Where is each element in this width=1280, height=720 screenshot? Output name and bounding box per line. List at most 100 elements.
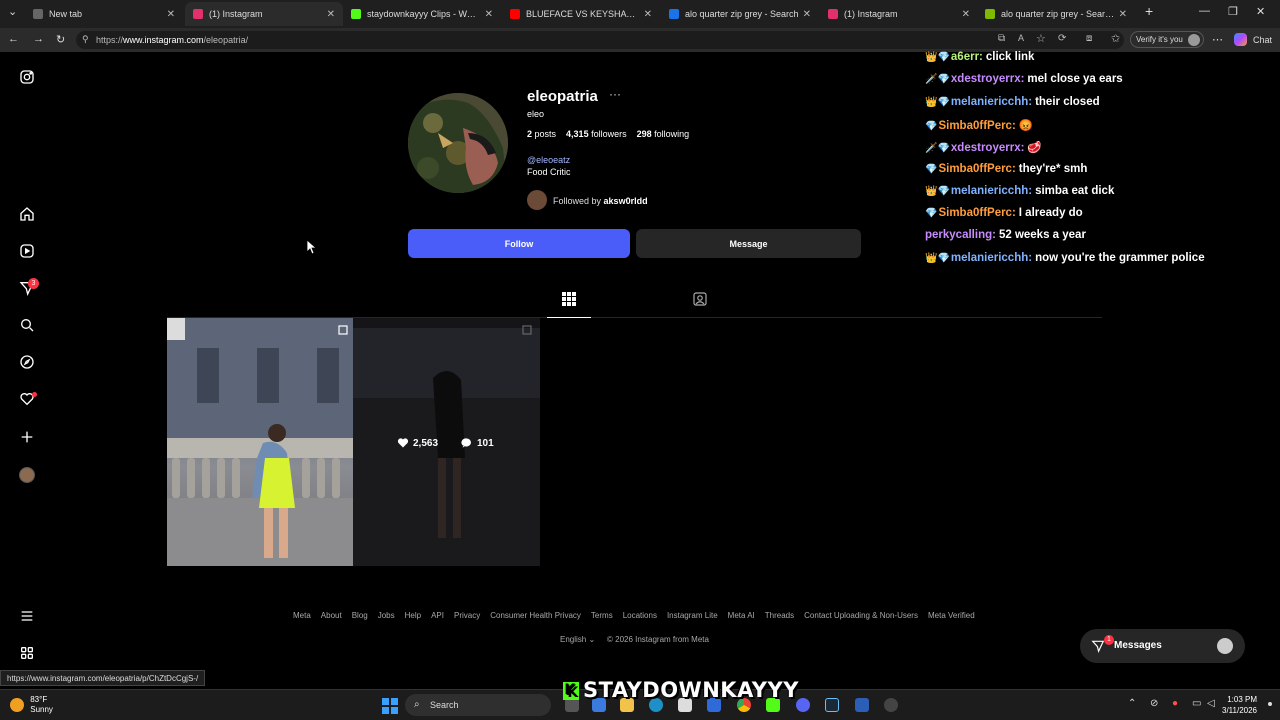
create-plus-icon[interactable] (18, 428, 36, 446)
ellipsis-icon[interactable]: ··· (609, 87, 621, 101)
footer-link[interactable]: About (321, 611, 342, 620)
browser-tab[interactable]: alo quarter zip grey - Search ✕ (661, 2, 819, 26)
browser-tab[interactable]: (1) Instagram ✕ (820, 2, 978, 26)
copyright-text: © 2026 Instagram from Meta (607, 635, 709, 644)
minimize-icon[interactable]: — (1199, 5, 1210, 17)
network-icon[interactable]: ⊘ (1150, 698, 1158, 709)
url-field[interactable]: ⚲ https://www.instagram.com/eleopatria/ … (76, 31, 1124, 49)
close-window-icon[interactable]: ✕ (1256, 5, 1265, 18)
streamer-watermark: K STAYDOWNKAYYY (563, 678, 799, 702)
split-screen-icon[interactable]: ⧈ (1086, 33, 1092, 44)
favorite-star-icon[interactable]: ☆ (1036, 32, 1046, 45)
notification-center-icon[interactable] (1268, 702, 1272, 706)
browser-tab[interactable]: staydownkayyy Clips - Watch Live ✕ (343, 2, 501, 26)
taskbar-clock[interactable]: 1:03 PM 3/11/2026 (1222, 694, 1257, 716)
footer-link[interactable]: API (431, 611, 444, 620)
footer-link[interactable]: Privacy (454, 611, 480, 620)
tab-posts-grid[interactable] (547, 292, 591, 318)
profile-avatar[interactable] (19, 467, 35, 483)
app-icon[interactable] (884, 698, 898, 712)
followed-by-text[interactable]: Followed by aksw0rldd (553, 196, 648, 206)
browser-tab[interactable]: alo quarter zip grey - Search Shop ✕ (977, 2, 1135, 26)
followers-stat[interactable]: 4,315 followers (566, 129, 627, 139)
post-thumbnail[interactable] (167, 318, 353, 566)
browser-tab[interactable]: (1) Instagram ✕ (185, 2, 343, 26)
language-selector[interactable]: English ⌄ (560, 635, 595, 644)
footer-link[interactable]: Meta (293, 611, 311, 620)
footer-link[interactable]: Threads (765, 611, 794, 620)
close-tab-icon[interactable]: ✕ (1119, 9, 1127, 20)
volume-icon[interactable]: ◁ (1207, 698, 1215, 709)
footer-link[interactable]: Contact Uploading & Non-Users (804, 611, 918, 620)
chat-badge-icon: 👑💎 (925, 252, 950, 264)
more-menu-icon[interactable] (18, 607, 36, 625)
chat-username: melaniericchh: (950, 95, 1033, 108)
site-info-icon[interactable]: ⚲ (82, 34, 89, 45)
footer-link[interactable]: Blog (352, 611, 368, 620)
reels-icon[interactable] (18, 242, 36, 260)
chat-message: 👑💎melaniericchh: now you're the grammer p… (925, 252, 1205, 264)
windows-start-icon[interactable] (382, 698, 398, 714)
chat-text: 😡 (1018, 119, 1034, 132)
favorites-icon[interactable]: ✩ (1111, 32, 1120, 45)
tab-favicon-icon (828, 9, 838, 19)
close-tab-icon[interactable]: ✕ (962, 9, 970, 20)
chat-username: melaniericchh: (950, 184, 1033, 197)
footer-link[interactable]: Locations (623, 611, 657, 620)
extension-icon[interactable]: ⟳ (1058, 33, 1066, 44)
browser-tab[interactable]: New tab ✕ (25, 2, 183, 26)
footer-link[interactable]: Help (405, 611, 421, 620)
close-tab-icon[interactable]: ✕ (485, 9, 493, 20)
taskbar-search[interactable]: ⌕ Search (405, 694, 551, 716)
footer-link[interactable]: Instagram Lite (667, 611, 718, 620)
profile-picture[interactable] (408, 93, 508, 193)
read-aloud-icon[interactable]: A (1018, 33, 1024, 43)
explore-icon[interactable] (18, 353, 36, 371)
microphone-icon[interactable]: ● (1172, 698, 1178, 709)
home-icon[interactable] (18, 205, 36, 223)
copilot-icon[interactable] (1234, 33, 1247, 46)
steam-icon[interactable] (825, 698, 839, 712)
following-stat[interactable]: 298 following (637, 129, 690, 139)
messages-avatar (1217, 638, 1233, 654)
bio-handle-link[interactable]: @eleoeatz (527, 155, 570, 165)
reload-icon[interactable]: ↻ (56, 33, 65, 46)
instagram-logo-icon[interactable] (18, 68, 36, 86)
close-tab-icon[interactable]: ✕ (803, 9, 811, 20)
verify-profile-button[interactable]: Verify it's you (1130, 31, 1204, 48)
search-icon[interactable] (18, 316, 36, 334)
maximize-icon[interactable]: ❐ (1228, 5, 1238, 18)
footer-link[interactable]: Consumer Health Privacy (490, 611, 581, 620)
weather-condition: Sunny (30, 705, 53, 714)
footer-link[interactable]: Jobs (378, 611, 395, 620)
display-icon[interactable]: ▭ (1192, 698, 1201, 709)
tab-favicon-icon (33, 9, 43, 19)
chat-message: 💎Simba0ffPerc: 😡 (925, 118, 1033, 132)
followed-by-avatar (527, 190, 547, 210)
footer-link[interactable]: Terms (591, 611, 613, 620)
new-tab-icon[interactable]: + (1145, 3, 1153, 19)
tab-list-chevron-icon[interactable]: ⌄ (8, 5, 17, 18)
weather-widget[interactable]: 83°F Sunny (10, 695, 53, 715)
post-thumbnail[interactable]: 2,563 101 (353, 318, 540, 566)
screen-icon[interactable]: ⧉ (998, 33, 1005, 44)
close-tab-icon[interactable]: ✕ (327, 9, 335, 20)
messages-button[interactable]: 1 Messages (1080, 629, 1245, 663)
message-button[interactable]: Message (636, 229, 861, 258)
app-icon[interactable] (855, 698, 869, 712)
also-from-meta-icon[interactable] (18, 644, 36, 662)
menu-dots-icon[interactable]: ⋯ (1212, 33, 1223, 46)
forward-icon[interactable]: → (33, 33, 44, 45)
close-tab-icon[interactable]: ✕ (167, 9, 175, 20)
tab-tagged[interactable] (690, 292, 710, 312)
chat-username: Simba0ffPerc: (938, 162, 1016, 175)
close-tab-icon[interactable]: ✕ (644, 9, 652, 20)
back-icon[interactable]: ← (8, 33, 19, 45)
follow-button[interactable]: Follow (408, 229, 630, 258)
footer-link[interactable]: Meta AI (728, 611, 755, 620)
browser-tab[interactable]: BLUEFACE VS KEYSHAWN DAVIS (✕ (502, 2, 660, 26)
search-icon: ⌕ (414, 699, 420, 710)
footer-link[interactable]: Meta Verified (928, 611, 975, 620)
tray-chevron-icon[interactable]: ⌃ (1128, 698, 1136, 709)
chat-label[interactable]: Chat (1253, 35, 1272, 45)
